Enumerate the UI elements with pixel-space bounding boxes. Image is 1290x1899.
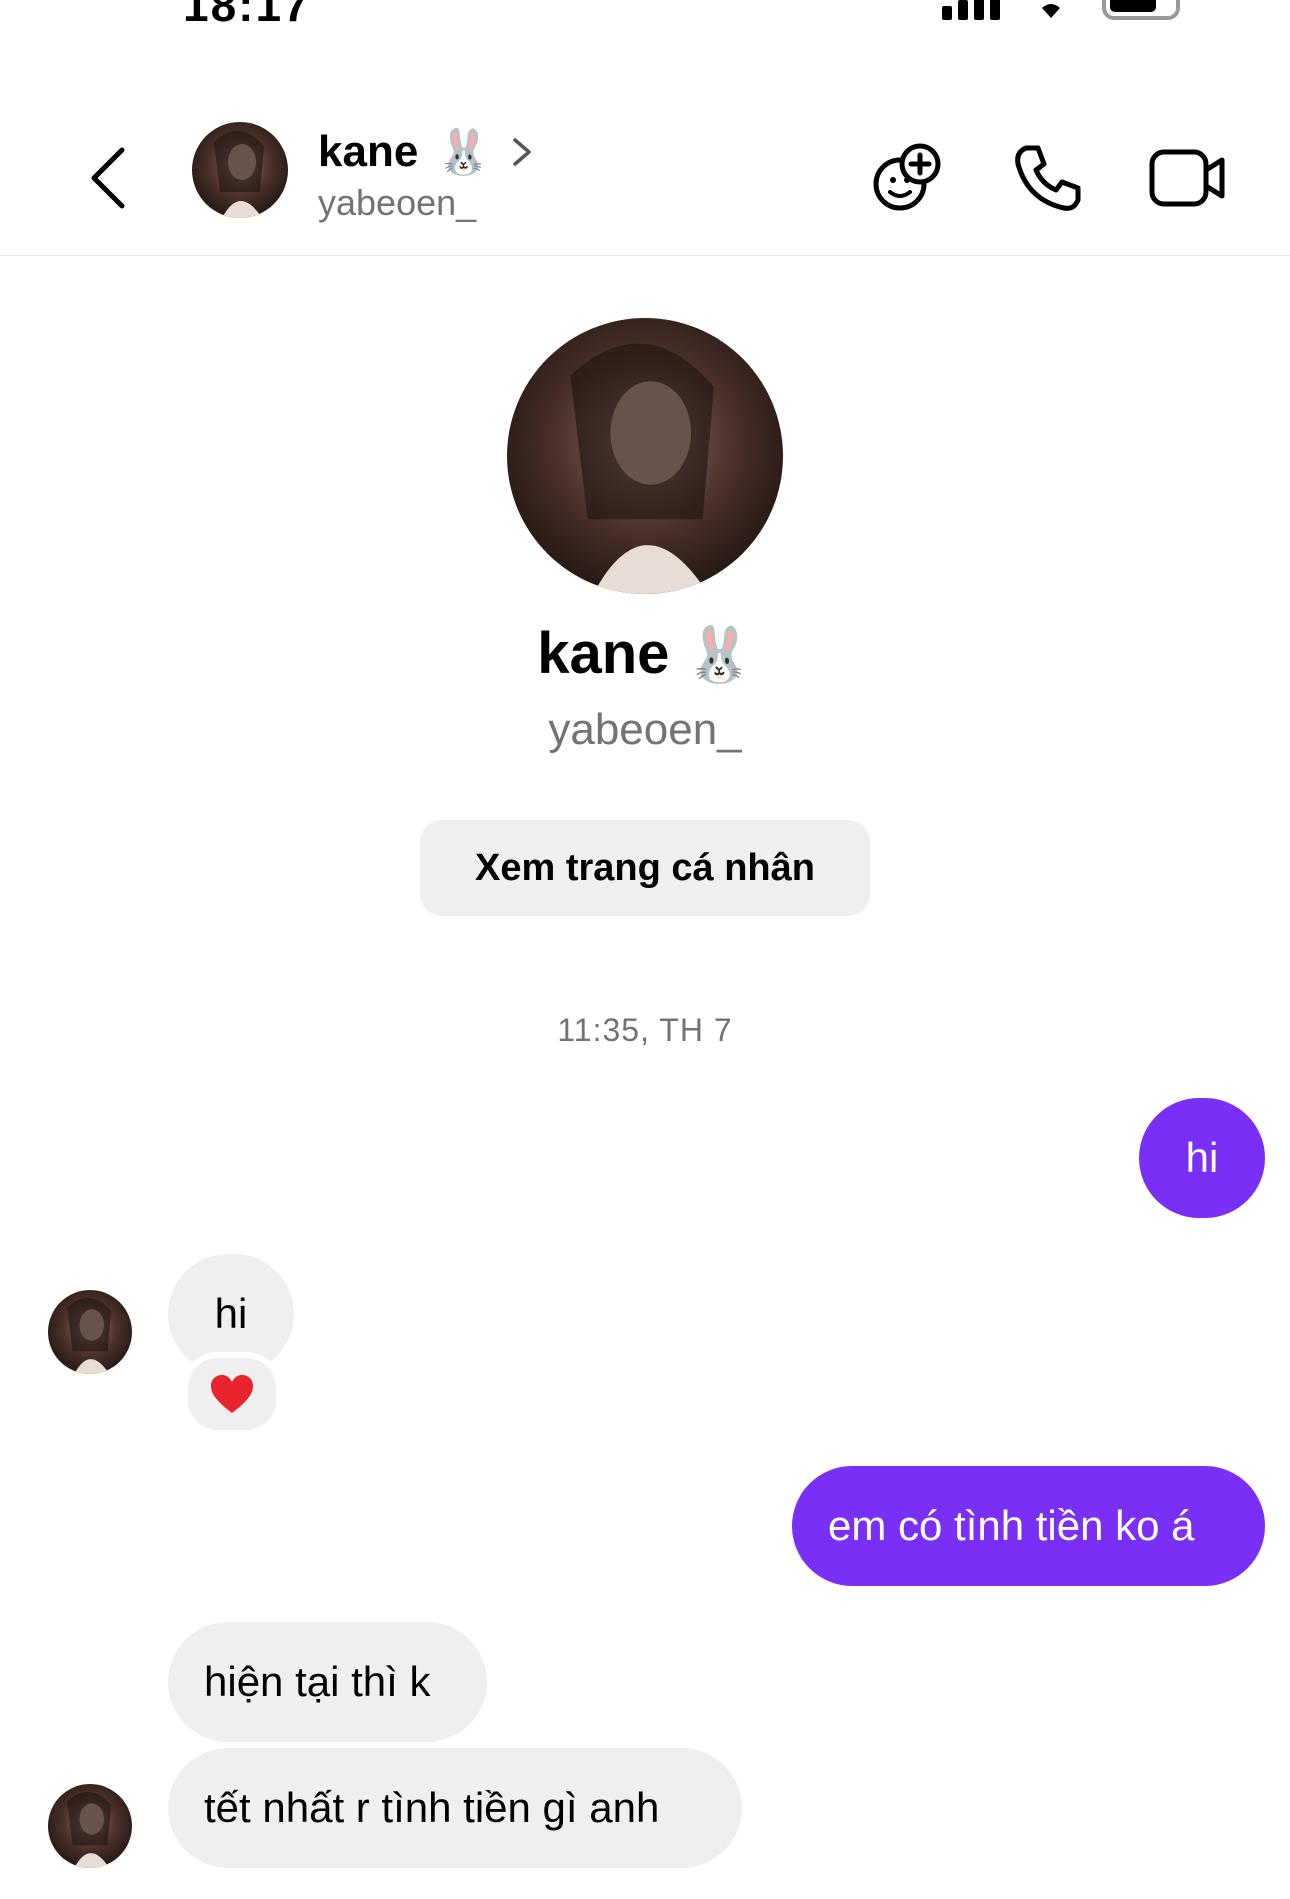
view-profile-button[interactable]: Xem trang cá nhân xyxy=(420,820,870,916)
heart-icon xyxy=(211,1375,253,1413)
video-call-button[interactable] xyxy=(1148,138,1228,218)
header-handle: yabeoen_ xyxy=(318,182,477,223)
status-icons xyxy=(942,0,1180,20)
avatar-image xyxy=(48,1290,132,1374)
header-emoji: 🐰 xyxy=(436,127,492,178)
status-time: 18:17 xyxy=(183,0,311,31)
battery-icon xyxy=(1102,0,1180,20)
video-camera-icon xyxy=(1149,149,1225,207)
message-reaction[interactable] xyxy=(182,1352,282,1436)
add-people-icon xyxy=(873,143,941,211)
message-bubble-outgoing[interactable]: hi xyxy=(1139,1098,1265,1218)
add-people-button[interactable] xyxy=(868,138,948,218)
profile-emoji: 🐰 xyxy=(685,623,753,686)
profile-avatar[interactable] xyxy=(507,318,783,594)
wifi-icon xyxy=(1042,4,1060,18)
profile-name: kane 🐰 xyxy=(0,620,1290,687)
back-arrow-icon xyxy=(91,147,125,209)
chat-header: kane 🐰 yabeoen_ xyxy=(0,100,1290,256)
profile-handle: yabeoen_ xyxy=(548,705,742,754)
avatar-image xyxy=(48,1784,132,1868)
profile-name-text: kane xyxy=(537,621,670,686)
message-bubble-incoming[interactable]: tết nhất r tình tiền gì anh xyxy=(168,1748,742,1868)
header-avatar[interactable] xyxy=(192,122,288,218)
header-profile-link[interactable]: kane 🐰 xyxy=(318,126,535,178)
conversation-timestamp: 11:35, TH 7 xyxy=(557,1012,733,1048)
chevron-right-icon xyxy=(513,138,531,166)
avatar-image xyxy=(507,318,783,594)
avatar-image xyxy=(192,122,288,218)
call-button[interactable] xyxy=(1008,138,1088,218)
header-name: kane xyxy=(318,127,419,176)
sender-avatar[interactable] xyxy=(48,1290,132,1374)
back-button[interactable] xyxy=(80,138,136,218)
message-bubble-outgoing[interactable]: em có tình tiền ko á xyxy=(792,1466,1265,1586)
signal-icon xyxy=(942,0,1000,20)
message-bubble-incoming[interactable]: hiện tại thì k xyxy=(168,1622,487,1742)
sender-avatar[interactable] xyxy=(48,1784,132,1868)
phone-icon xyxy=(1015,145,1081,211)
